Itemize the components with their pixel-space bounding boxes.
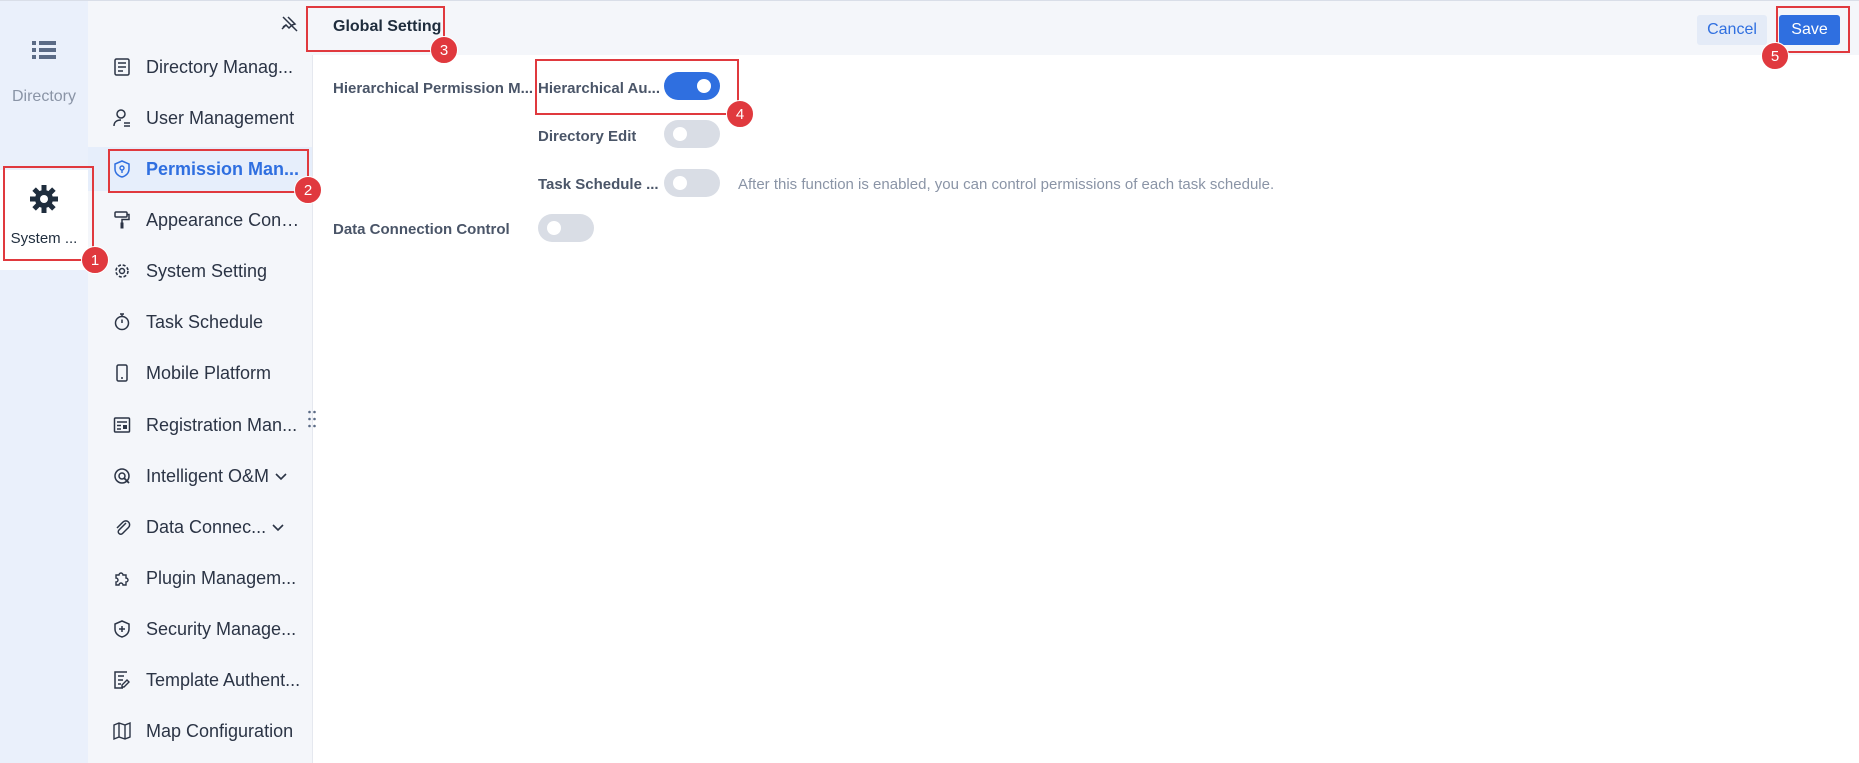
map-icon: [113, 721, 131, 741]
annotation-badge-4: 4: [726, 100, 754, 128]
rail-item-directory[interactable]: Directory: [0, 38, 88, 118]
sidebar-item-label: Registration Man...: [146, 414, 298, 435]
page-header: [312, 0, 1859, 55]
data-connection-control-label: Data Connection Control: [333, 221, 510, 238]
sidebar-item-map-configuration[interactable]: Map Configuration: [88, 709, 312, 753]
annotation-badge-3: 3: [430, 36, 458, 64]
task-schedule-label: Task Schedule ...: [538, 176, 659, 193]
sidebar-item-label: System Setting: [146, 260, 268, 281]
sidebar-item-label: Plugin Managem...: [146, 567, 297, 588]
sidebar-item-label: Map Configuration: [146, 720, 294, 741]
template-icon: [114, 671, 130, 689]
sidebar-item-data-connection[interactable]: Data Connec...: [88, 505, 312, 549]
annotation-badge-1: 1: [81, 246, 109, 274]
chevron-down-icon[interactable]: [270, 519, 286, 535]
mobile-icon: [116, 364, 128, 382]
task-schedule-hint: After this function is enabled, you can …: [738, 176, 1275, 193]
cancel-button[interactable]: Cancel: [1697, 15, 1767, 45]
directory-edit-toggle[interactable]: [664, 120, 720, 148]
sidebar-item-label: User Management: [146, 107, 295, 128]
toggle-knob: [547, 221, 561, 235]
sidebar-item-label: Intelligent O&M: [146, 465, 270, 486]
sidebar-item-label: Task Schedule: [146, 311, 264, 332]
sidebar-item-system-setting[interactable]: System Setting: [88, 249, 312, 293]
paint-roller-icon: [114, 211, 130, 229]
sidebar-item-mobile-platform[interactable]: Mobile Platform: [88, 351, 312, 395]
annotation-box-4: [535, 59, 739, 115]
annotation-box-2: [108, 149, 309, 193]
data-connection-control-toggle[interactable]: [538, 214, 594, 242]
sidebar-item-task-schedule[interactable]: Task Schedule: [88, 300, 312, 344]
user-icon: [113, 109, 130, 127]
chevron-down-icon[interactable]: [273, 468, 289, 484]
sidebar-item-label: Data Connec...: [146, 516, 267, 537]
sidebar-item-label: Directory Manag...: [146, 56, 294, 77]
sidebar-item-label: Security Manage...: [146, 618, 297, 639]
maintenance-icon: [114, 468, 130, 484]
stopwatch-icon: [114, 313, 130, 331]
sidebar-item-template-authentication[interactable]: Template Authent...: [88, 658, 312, 702]
annotation-badge-5: 5: [1761, 42, 1789, 70]
sidebar-item-appearance-configuration[interactable]: Appearance Conf...: [88, 198, 312, 242]
unpin-icon[interactable]: [280, 14, 300, 34]
gear-icon: [115, 264, 129, 278]
directory-edit-label: Directory Edit: [538, 128, 637, 145]
puzzle-icon: [115, 572, 129, 586]
sidebar-item-registration-management[interactable]: Registration Man...: [88, 403, 312, 447]
registration-icon: [113, 417, 131, 433]
task-schedule-toggle[interactable]: [664, 169, 720, 197]
resize-handle-icon[interactable]: [307, 409, 317, 429]
sidebar-item-plugin-management[interactable]: Plugin Managem...: [88, 556, 312, 600]
toggle-knob: [673, 127, 687, 141]
sidebar-item-security-management[interactable]: Security Manage...: [88, 607, 312, 651]
document-list-icon: [114, 58, 130, 76]
sidebar-item-label: Appearance Conf...: [146, 209, 301, 230]
annotation-box-5: [1776, 6, 1850, 53]
sidebar-item-label: Template Authent...: [146, 669, 301, 690]
annotation-box-3: [306, 6, 445, 52]
sidebar-item-user-management[interactable]: User Management: [88, 96, 312, 140]
paperclip-icon: [116, 520, 131, 535]
annotation-box-1: [3, 166, 94, 261]
security-shield-icon: [114, 620, 130, 638]
annotation-badge-2: 2: [294, 176, 322, 204]
sidebar-item-intelligent-om[interactable]: Intelligent O&M: [88, 454, 312, 498]
list-icon: [32, 41, 56, 59]
sidebar-item-label: Mobile Platform: [146, 362, 272, 383]
hierarchical-permission-label: Hierarchical Permission M...: [333, 80, 534, 97]
toggle-knob: [673, 176, 687, 190]
rail-item-label: Directory: [11, 88, 76, 105]
sidebar-item-directory-management[interactable]: Directory Manag...: [88, 45, 312, 89]
